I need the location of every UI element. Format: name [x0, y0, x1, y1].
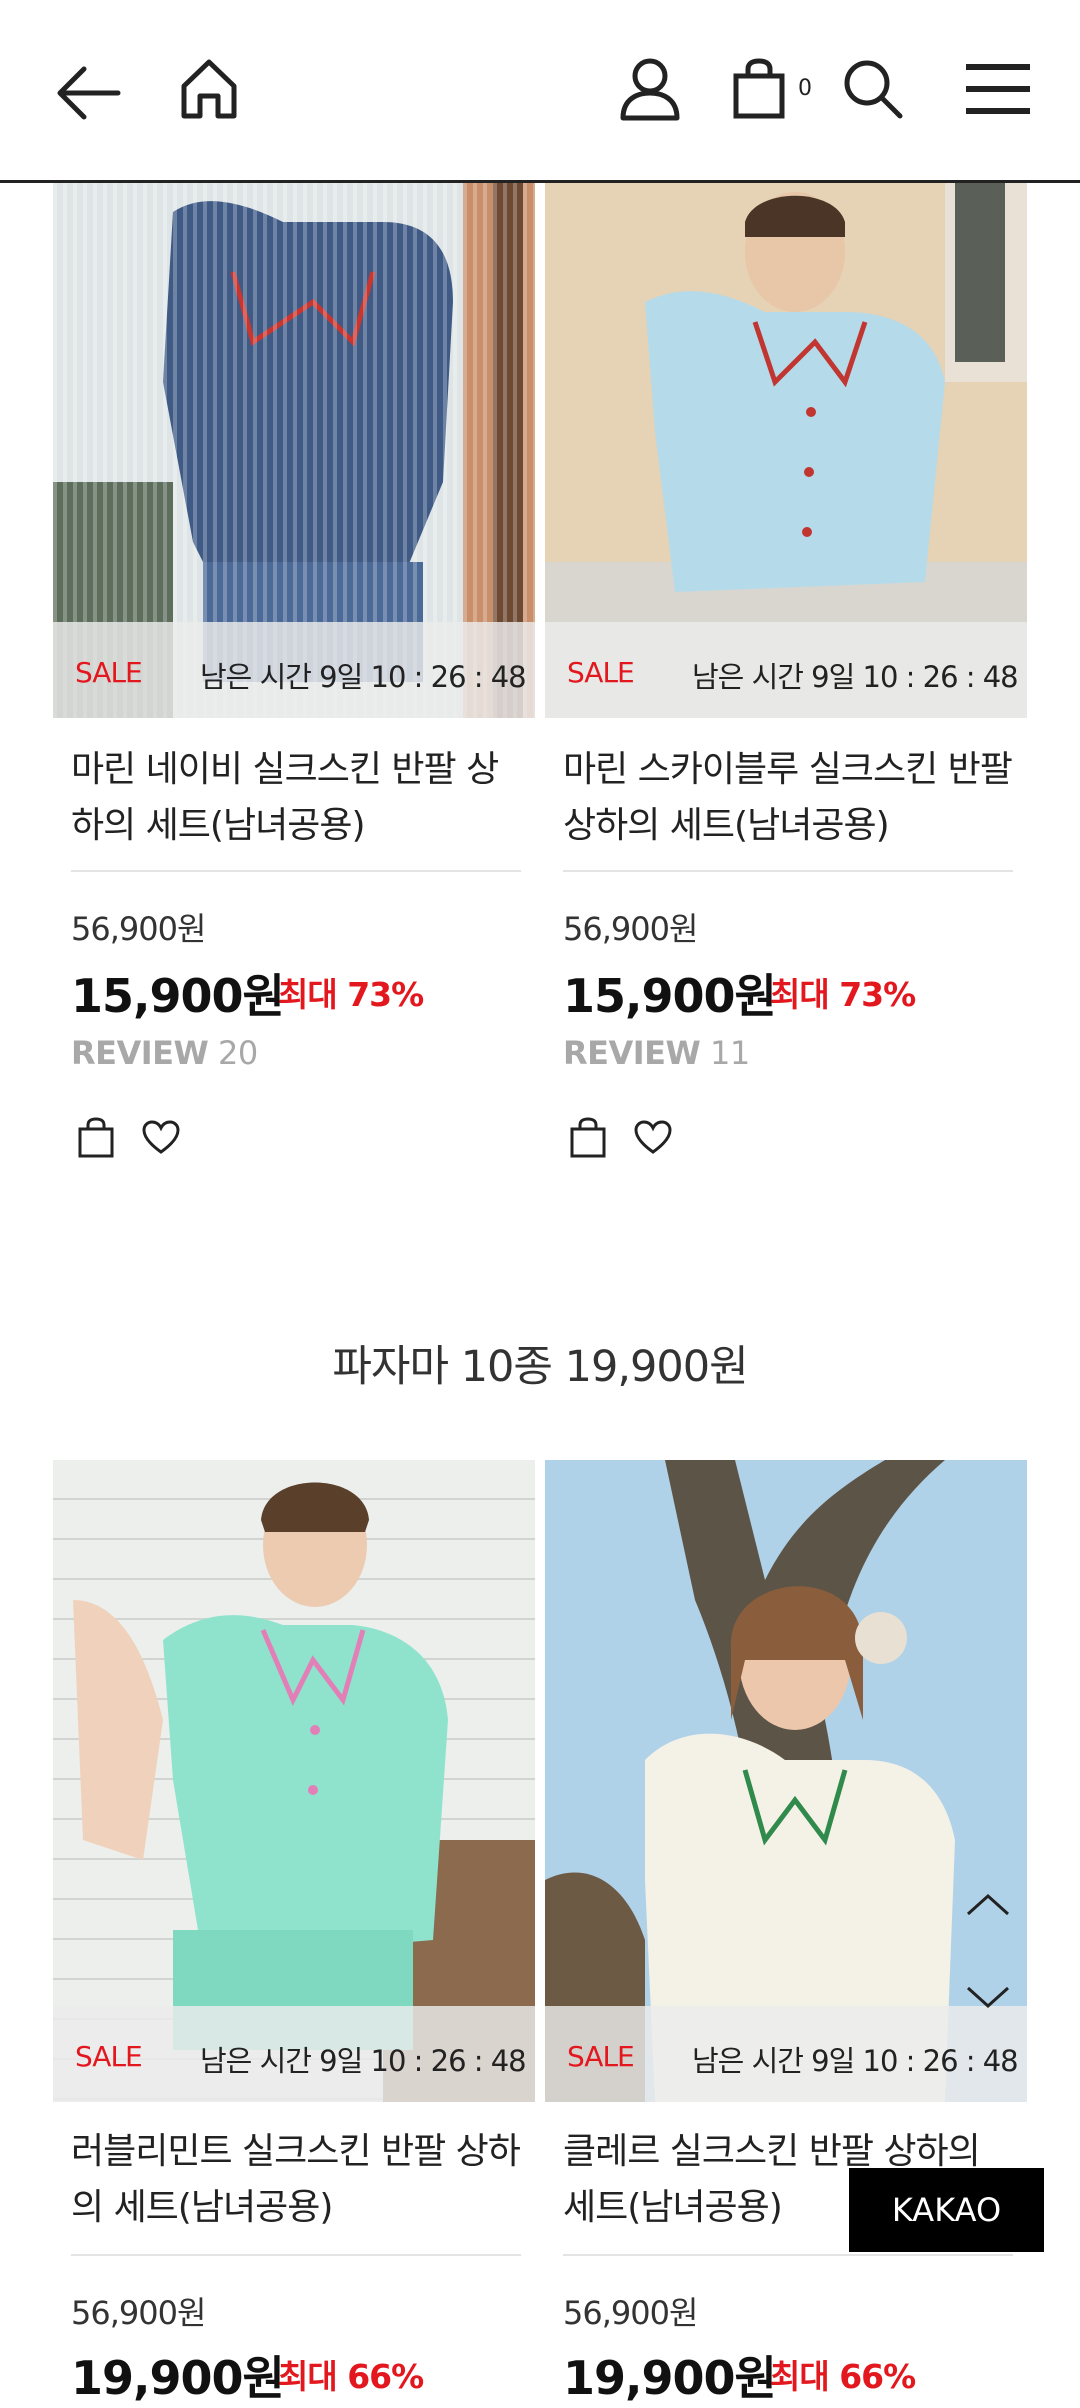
- product-name[interactable]: 마린 스카이블루 실크스킨 반팔 상하의 세트(남녀공용): [563, 742, 1013, 854]
- product-name[interactable]: 마린 네이비 실크스킨 반팔 상하의 세트(남녀공용): [71, 742, 521, 854]
- add-to-cart-icon[interactable]: [569, 1117, 607, 1159]
- cart-bag-icon[interactable]: [732, 58, 786, 120]
- sale-price: 19,900원: [563, 2351, 777, 2405]
- product-card[interactable]: SALE 남은 시간 9일 10 : 26 : 48 러블리민트 실크스킨 반팔…: [53, 1460, 535, 2405]
- home-icon[interactable]: [176, 56, 242, 122]
- review-label: REVIEW: [563, 1034, 701, 1072]
- divider: [563, 2254, 1013, 2256]
- top-header: 0: [0, 0, 1080, 183]
- discount-rate: 최대 73%: [278, 975, 424, 1014]
- product-image[interactable]: SALE 남은 시간 9일 10 : 26 : 48: [545, 182, 1027, 718]
- scroll-up-icon[interactable]: [960, 1884, 1016, 1924]
- section-title: 파자마 10종 19,900원: [332, 1342, 748, 1392]
- user-icon[interactable]: [618, 56, 682, 122]
- discount-rate: 최대 66%: [278, 2357, 424, 2396]
- review-number: 20: [218, 1034, 258, 1072]
- sale-timer-bar: SALE 남은 시간 9일 10 : 26 : 48: [53, 622, 535, 718]
- product-card[interactable]: SALE 남은 시간 9일 10 : 26 : 48 클레르 실크스킨 반팔 상…: [545, 1460, 1027, 2405]
- discount-rate: 최대 73%: [770, 975, 916, 1014]
- add-to-cart-icon[interactable]: [77, 1117, 115, 1159]
- kakao-chat-button[interactable]: KAKAO: [849, 2168, 1044, 2252]
- sale-label: SALE: [567, 2040, 635, 2073]
- wishlist-heart-icon[interactable]: [141, 1119, 181, 1155]
- scroll-down-icon[interactable]: [960, 1978, 1016, 2018]
- product-name[interactable]: 러블리민트 실크스킨 반팔 상하의 세트(남녀공용): [71, 2124, 521, 2236]
- wishlist-heart-icon[interactable]: [633, 1119, 673, 1155]
- product-card[interactable]: SALE 남은 시간 9일 10 : 26 : 48 마린 네이비 실크스킨 반…: [53, 182, 535, 1182]
- divider: [71, 870, 521, 872]
- sale-label: SALE: [567, 656, 635, 689]
- sale-price: 19,900원: [71, 2351, 285, 2405]
- product-image[interactable]: SALE 남은 시간 9일 10 : 26 : 48: [545, 1460, 1027, 2102]
- cart-count-badge: 0: [798, 76, 812, 101]
- search-icon[interactable]: [842, 58, 904, 120]
- review-label: REVIEW: [71, 1034, 209, 1072]
- sale-price: 15,900원: [563, 969, 777, 1023]
- original-price: 56,900원: [563, 2294, 698, 2332]
- divider: [563, 870, 1013, 872]
- original-price: 56,900원: [71, 2294, 206, 2332]
- sale-timer-bar: SALE 남은 시간 9일 10 : 26 : 48: [53, 2006, 535, 2102]
- sale-label: SALE: [75, 2040, 143, 2073]
- hamburger-menu-icon[interactable]: [964, 64, 1032, 114]
- discount-rate: 최대 66%: [770, 2357, 916, 2396]
- review-count: REVIEW 11: [563, 1034, 750, 1072]
- sale-timer-bar: SALE 남은 시간 9일 10 : 26 : 48: [545, 622, 1027, 718]
- product-image[interactable]: SALE 남은 시간 9일 10 : 26 : 48: [53, 1460, 535, 2102]
- product-image[interactable]: SALE 남은 시간 9일 10 : 26 : 48: [53, 182, 535, 718]
- divider: [71, 2254, 521, 2256]
- review-number: 11: [710, 1034, 750, 1072]
- original-price: 56,900원: [71, 910, 206, 948]
- remaining-time: 남은 시간 9일 10 : 26 : 48: [692, 2044, 1019, 2078]
- sale-timer-bar: SALE 남은 시간 9일 10 : 26 : 48: [545, 2006, 1027, 2102]
- sale-price: 15,900원: [71, 969, 285, 1023]
- product-card[interactable]: SALE 남은 시간 9일 10 : 26 : 48 마린 스카이블루 실크스킨…: [545, 182, 1027, 1182]
- sale-label: SALE: [75, 656, 143, 689]
- remaining-time: 남은 시간 9일 10 : 26 : 48: [200, 2044, 527, 2078]
- original-price: 56,900원: [563, 910, 698, 948]
- review-count: REVIEW 20: [71, 1034, 258, 1072]
- remaining-time: 남은 시간 9일 10 : 26 : 48: [200, 660, 527, 694]
- back-arrow-icon[interactable]: [52, 62, 122, 124]
- remaining-time: 남은 시간 9일 10 : 26 : 48: [692, 660, 1019, 694]
